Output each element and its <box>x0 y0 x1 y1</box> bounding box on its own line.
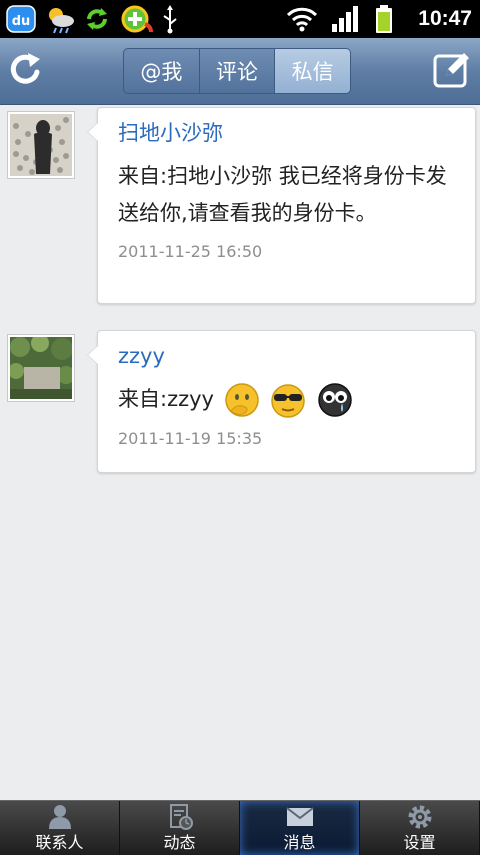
compose-icon <box>433 53 469 88</box>
sender-name[interactable]: 扫地小沙弥 <box>118 118 455 148</box>
message-bubble[interactable]: 扫地小沙弥 来自:扫地小沙弥 我已经将身份卡发送给你,请查看我的身份卡。 201… <box>87 107 476 304</box>
message-time: 2011-11-25 16:50 <box>118 242 263 261</box>
refresh-button[interactable] <box>6 50 46 90</box>
tab-private-messages[interactable]: 私信 <box>275 49 350 93</box>
message-list[interactable]: 扫地小沙弥 来自:扫地小沙弥 我已经将身份卡发送给你,请查看我的身份卡。 201… <box>0 105 480 800</box>
battery-icon <box>374 4 404 34</box>
thinking-emoji-icon <box>223 381 261 419</box>
app-header: @我 评论 私信 <box>0 38 480 105</box>
message-type-tabs: @我 评论 私信 <box>123 48 351 94</box>
weather-icon <box>44 4 74 34</box>
message-text: 来自:扫地小沙弥 我已经将身份卡发送给你,请查看我的身份卡。 <box>118 164 447 225</box>
settings-icon <box>408 805 431 829</box>
baidu-du-icon: du <box>6 4 36 34</box>
svg-text:du: du <box>12 14 31 29</box>
tab-comments[interactable]: 评论 <box>199 49 276 93</box>
contacts-icon <box>48 805 71 829</box>
tab-contacts-label: 联系人 <box>35 833 84 852</box>
mail-icon <box>285 807 314 826</box>
clock: 10:47 <box>418 7 472 30</box>
usb-icon <box>158 4 188 34</box>
sender-name[interactable]: zzyy <box>118 341 455 371</box>
system-icons: 10:47 <box>286 3 472 35</box>
crying-emoji-icon <box>316 381 354 419</box>
tab-messages[interactable]: 消息 <box>240 801 360 855</box>
compose-button[interactable] <box>432 50 472 90</box>
tab-contacts[interactable]: 联系人 <box>0 801 120 855</box>
message-time: 2011-11-19 15:35 <box>118 429 263 448</box>
avatar[interactable] <box>7 111 75 179</box>
signal-icon <box>330 4 360 34</box>
tab-settings-label: 设置 <box>403 833 436 852</box>
tab-feed-label: 动态 <box>163 833 196 852</box>
message-text: 来自:zzyy <box>118 387 214 411</box>
feed-icon <box>169 804 193 830</box>
bottom-tab-bar: 联系人 动态 消息 设置 <box>0 800 480 855</box>
sync-icon <box>82 4 112 34</box>
wifi-icon <box>286 4 318 34</box>
tab-messages-label: 消息 <box>283 833 316 852</box>
notification-icons: du <box>6 3 188 35</box>
status-bar: du 10:47 <box>0 0 480 38</box>
tab-feed[interactable]: 动态 <box>120 801 240 855</box>
tab-mentions[interactable]: @我 <box>124 49 200 93</box>
cool-emoji-icon <box>269 381 307 419</box>
message-bubble[interactable]: zzyy 来自:zzyy 2011-11-19 15:35 <box>87 330 476 473</box>
plus-app-icon <box>120 4 153 34</box>
message-text-line: 来自:zzyy <box>118 381 455 419</box>
refresh-icon <box>10 53 40 84</box>
avatar[interactable] <box>7 334 75 402</box>
tab-settings[interactable]: 设置 <box>360 801 480 855</box>
